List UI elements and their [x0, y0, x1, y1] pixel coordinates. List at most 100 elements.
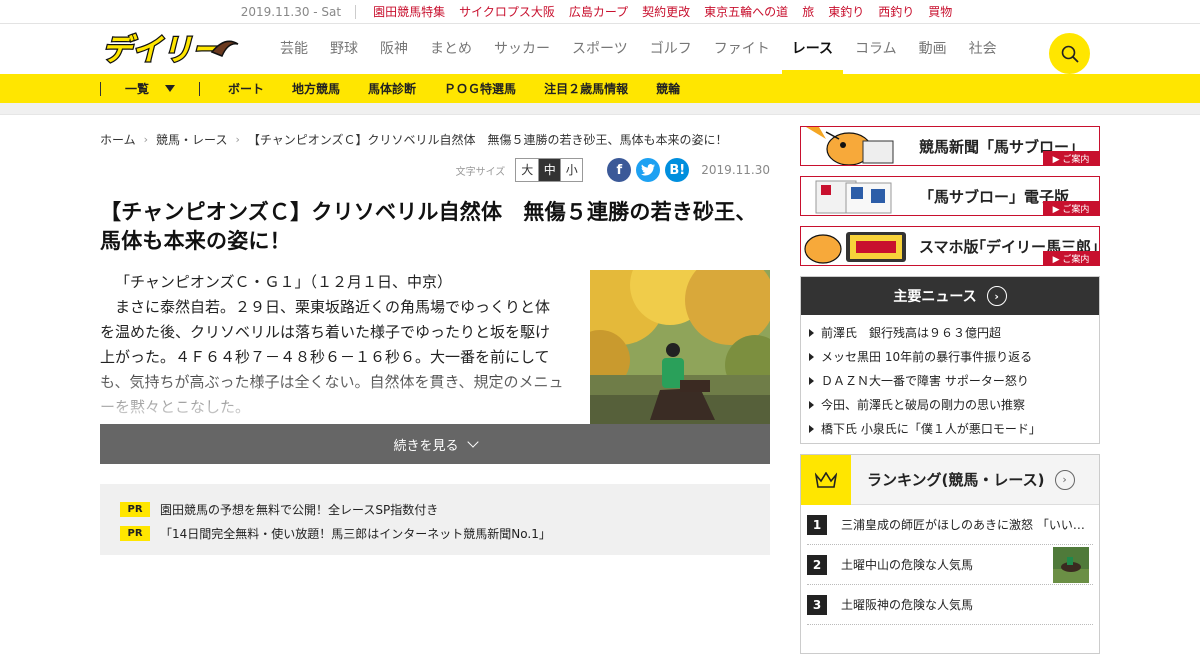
facebook-icon[interactable]: f [607, 158, 632, 182]
pr-link[interactable]: PR 「14日間完全無料・使い放題！馬三郎はインターネット競馬新聞No.1」 [120, 522, 750, 544]
breadcrumb-home[interactable]: ホーム [100, 131, 136, 148]
pr-tag: PR [120, 525, 150, 541]
newspaper-icon [801, 177, 911, 215]
ranking-item-text: 土曜阪神の危険な人気馬 [841, 598, 974, 612]
ranking-header[interactable]: ランキング(競馬・レース) › [801, 454, 1099, 505]
nav-item-column[interactable]: コラム [855, 24, 897, 74]
triangle-right-icon [809, 401, 814, 409]
sidebar: 競馬新聞「馬サブロー」 ▶ ご案内 「馬サブロー」電子版 ▶ ご案内 スマホ版｢… [800, 126, 1100, 654]
news-item-text: 橋下氏 小泉氏に「僕１人が悪口モード」 [821, 422, 1041, 436]
top-link[interactable]: 西釣り [878, 3, 914, 20]
banner-umasaburo-digital[interactable]: 「馬サブロー」電子版 ▶ ご案内 [800, 176, 1100, 216]
top-link[interactable]: 東釣り [828, 3, 864, 20]
top-link[interactable]: 買物 [928, 3, 952, 20]
ranking-item[interactable]: 3 土曜阪神の危険な人気馬 [807, 585, 1093, 625]
breadcrumb: ホーム › 競馬・レース › 【チャンピオンズＣ】クリソベリル自然体 無傷５連勝… [100, 126, 770, 152]
site-logo[interactable]: デイリー [100, 30, 240, 69]
nav-item-baseball[interactable]: 野球 [330, 24, 358, 74]
font-size-medium-button[interactable]: 中 [538, 159, 561, 181]
rank-number: 3 [807, 594, 827, 615]
pr-link-text: 園田競馬の予想を無料で公開！全レースSP指数付き [160, 502, 439, 517]
news-item-text: 前澤氏 銀行残高は９６３億円超 [821, 326, 1002, 340]
ranking-item-text: 土曜中山の危険な人気馬 [841, 558, 974, 572]
ranking-item[interactable]: 2 土曜中山の危険な人気馬 [807, 545, 1093, 585]
news-item-text: ＤＡＺＮ大一番で障害 サポーター怒り [821, 374, 1029, 388]
list-dropdown[interactable]: 一覧 [101, 80, 199, 97]
top-link[interactable]: サイクロプス大阪 [459, 3, 555, 20]
triangle-right-icon [809, 353, 814, 361]
top-link[interactable]: 契約更改 [642, 3, 690, 20]
breadcrumb-category[interactable]: 競馬・レース [156, 131, 227, 148]
news-item-text: メッセ黒田 10年前の暴行事件振り返る [821, 350, 1033, 364]
twitter-icon[interactable] [636, 158, 661, 182]
subnav-item-2yo[interactable]: 注目２歳馬情報 [544, 80, 628, 97]
share-buttons: f B! [607, 158, 690, 182]
banner-umasaburo-smartphone[interactable]: スマホ版｢デイリー馬三郎｣ ▶ ご案内 [800, 226, 1100, 266]
nav-item-video[interactable]: 動画 [919, 24, 947, 74]
rank-number: 2 [807, 554, 827, 575]
font-size-small-button[interactable]: 小 [560, 159, 582, 181]
horse-mascot-icon [801, 127, 911, 165]
ranking-item[interactable]: 1 三浦皇成の師匠がほしのあきに激怒 「いい… [807, 505, 1093, 545]
top-date: 2019.11.30 - Sat [241, 4, 357, 19]
nav-item-fight[interactable]: ファイト [714, 24, 770, 74]
top-link[interactable]: 東京五輪への道 [704, 3, 788, 20]
news-item[interactable]: 前澤氏 銀行残高は９６３億円超 [809, 321, 1091, 345]
nav-item-hanshin[interactable]: 阪神 [380, 24, 408, 74]
top-link[interactable]: 旅 [802, 3, 814, 20]
svg-text:デイリー: デイリー [102, 33, 223, 66]
banner-guide-button[interactable]: ▶ ご案内 [1043, 201, 1099, 215]
banner-guide-button[interactable]: ▶ ご案内 [1043, 151, 1099, 165]
read-more-button[interactable]: 続きを見る [100, 424, 770, 464]
subnav-item-boat[interactable]: ボート [228, 80, 264, 97]
top-news-title: 主要ニュース [893, 289, 977, 305]
chevron-right-icon: › [986, 286, 1007, 306]
crown-icon [801, 454, 851, 505]
ranking-thumbnail [1053, 547, 1089, 583]
triangle-right-icon [809, 425, 814, 433]
header-spacer [0, 103, 1200, 115]
article-photo[interactable] [590, 270, 770, 424]
rank-number: 1 [807, 514, 827, 535]
top-news-header[interactable]: 主要ニュース › [801, 277, 1099, 315]
banner-umasaburo-paper[interactable]: 競馬新聞「馬サブロー」 ▶ ご案内 [800, 126, 1100, 166]
nav-item-golf[interactable]: ゴルフ [650, 24, 692, 74]
font-size-switcher: 大 中 小 [515, 158, 584, 182]
top-link[interactable]: 広島カープ [569, 3, 628, 20]
read-more-label: 続きを見る [393, 438, 459, 454]
subnav-item-pog[interactable]: ＰＯＧ特選馬 [444, 80, 516, 97]
article-meta: 文字サイズ 大 中 小 f B! 2019.11.30 [100, 156, 770, 184]
nav-item-sports[interactable]: スポーツ [572, 24, 628, 74]
ranking-title: ランキング(競馬・レース) [867, 471, 1045, 489]
chevron-down-icon [466, 436, 479, 448]
chevron-right-icon: › [235, 132, 240, 146]
banner-guide-button[interactable]: ▶ ご案内 [1043, 251, 1099, 265]
article-column: ホーム › 競馬・レース › 【チャンピオンズＣ】クリソベリル自然体 無傷５連勝… [100, 126, 770, 555]
top-link[interactable]: 園田競馬特集 [373, 3, 445, 20]
breadcrumb-current: 【チャンピオンズＣ】クリソベリル自然体 無傷５連勝の若き砂王、馬体も本来の姿に！ [247, 132, 728, 147]
subnav-item-local-keiba[interactable]: 地方競馬 [292, 80, 340, 97]
pr-link[interactable]: PR 園田競馬の予想を無料で公開！全レースSP指数付き [120, 498, 750, 520]
news-item[interactable]: 橋下氏 小泉氏に「僕１人が悪口モード」 [809, 417, 1091, 441]
subnav-item-batai[interactable]: 馬体診断 [368, 80, 416, 97]
nav-item-soccer[interactable]: サッカー [494, 24, 550, 74]
nav-item-race[interactable]: レース [781, 24, 844, 74]
news-item[interactable]: 今田、前澤氏と破局の剛力の思い推察 [809, 393, 1091, 417]
news-item[interactable]: メッセ黒田 10年前の暴行事件振り返る [809, 345, 1091, 369]
subnav-item-keirin[interactable]: 競輪 [656, 80, 680, 97]
nav-item-geino[interactable]: 芸能 [280, 24, 308, 74]
ranking-item-text: 三浦皇成の師匠がほしのあきに激怒 「いい… [841, 518, 1085, 532]
chevron-down-icon [165, 85, 175, 92]
divider [199, 81, 200, 96]
chevron-right-icon: › [143, 132, 149, 146]
nav-item-matome[interactable]: まとめ [430, 24, 472, 74]
news-item[interactable]: ＤＡＺＮ大一番で障害 サポーター怒り [809, 369, 1091, 393]
chevron-right-icon: › [1054, 469, 1075, 490]
hatena-bookmark-icon[interactable]: B! [665, 158, 690, 182]
search-button[interactable] [1049, 33, 1090, 74]
smartphone-mascot-icon [801, 227, 911, 265]
top-news-panel: 主要ニュース › 前澤氏 銀行残高は９６３億円超 メッセ黒田 10年前の暴行事件… [800, 276, 1100, 444]
triangle-right-icon [809, 329, 814, 337]
nav-item-society[interactable]: 社会 [969, 24, 997, 74]
font-size-large-button[interactable]: 大 [516, 159, 538, 181]
